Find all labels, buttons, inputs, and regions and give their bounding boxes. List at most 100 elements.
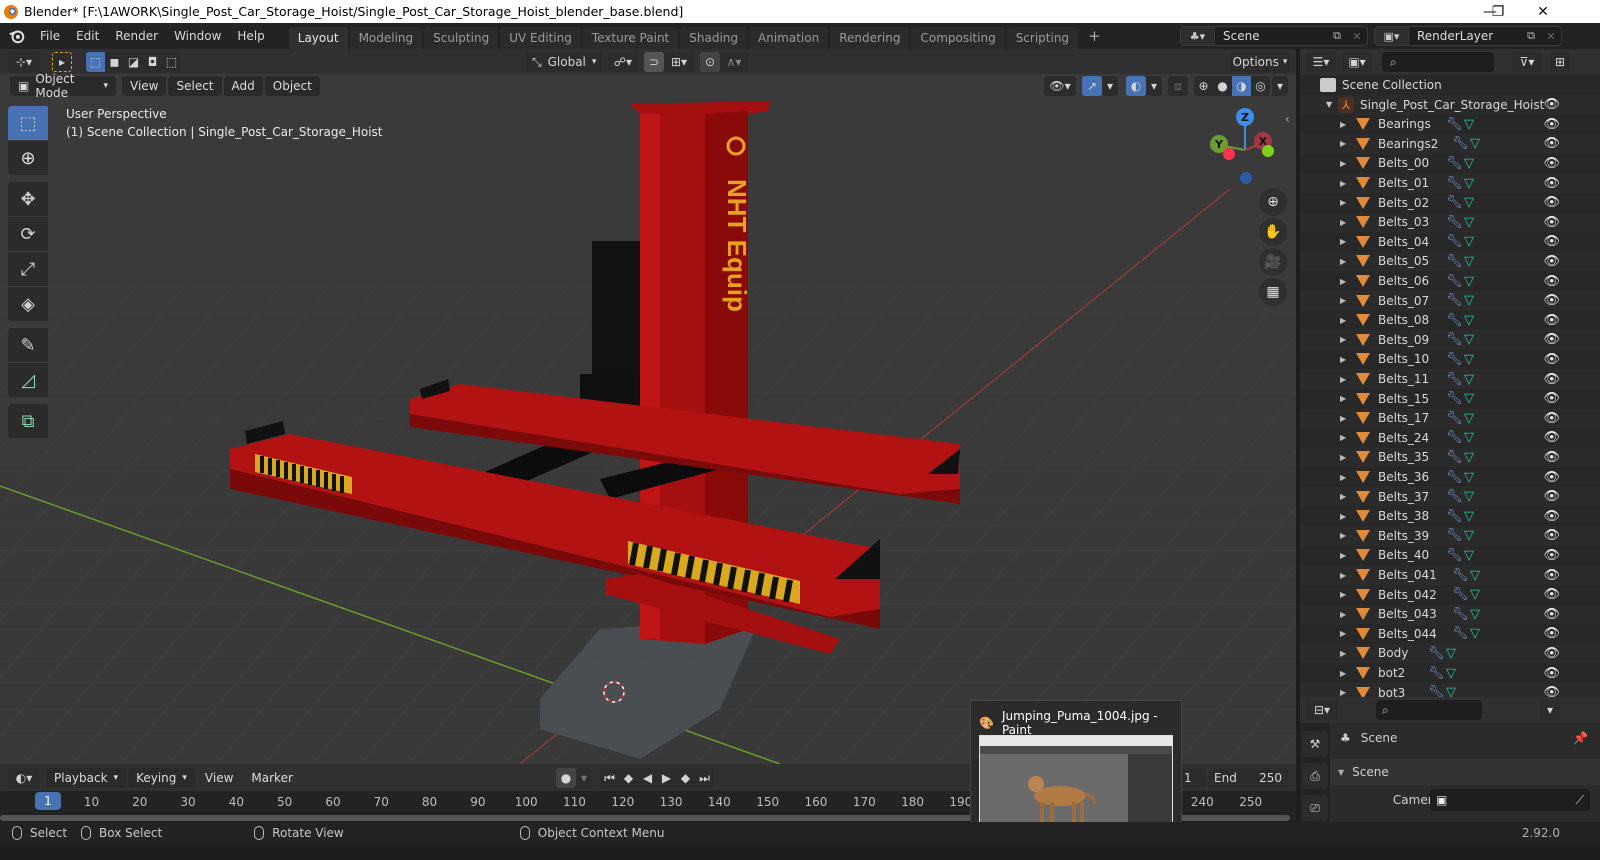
visibility-eye-icon[interactable]: 👁 [1543, 234, 1560, 249]
mesh-data-icon[interactable]: ▽ [1464, 411, 1482, 426]
mesh-data-icon[interactable]: ▽ [1464, 215, 1482, 230]
expand-arrow-icon[interactable]: ▶ [1340, 394, 1350, 403]
outliner-object-row[interactable]: ▶ Bearings2 🔧︎ ▽ 👁 [1300, 134, 1600, 154]
outliner-object-row[interactable]: ▶ Belts_15 🔧︎ ▽ 👁 [1300, 389, 1600, 409]
outliner-object-row[interactable]: ▶ Belts_042 🔧︎ ▽ 👁 [1300, 585, 1600, 605]
mesh-data-icon[interactable]: ▽ [1464, 489, 1482, 504]
modifier-wrench-icon[interactable]: 🔧︎ [1428, 685, 1446, 697]
modifier-wrench-icon[interactable]: 🔧︎ [1452, 568, 1470, 583]
object-name[interactable]: Belts_35 [1378, 450, 1446, 464]
mesh-data-icon[interactable]: ▽ [1464, 352, 1482, 367]
visibility-eye-icon[interactable]: 👁 [1543, 215, 1560, 230]
object-name[interactable]: Belts_04 [1378, 235, 1446, 249]
object-name[interactable]: Body [1378, 646, 1428, 660]
eyedropper-icon[interactable]: ⟋ [1576, 793, 1584, 808]
modifier-wrench-icon[interactable]: 🔧︎ [1446, 391, 1464, 406]
outliner-object-row[interactable]: ▶ Belts_17 🔧︎ ▽ 👁 [1300, 408, 1600, 429]
mesh-data-icon[interactable]: ▽ [1464, 450, 1482, 465]
mesh-data-icon[interactable]: ▽ [1464, 156, 1482, 171]
outliner-object-row[interactable]: ▶ Belts_04 🔧︎ ▽ 👁 [1300, 232, 1600, 252]
outliner-object-row[interactable]: ▶ Belts_37 🔧︎ ▽ 👁 [1300, 486, 1600, 507]
outliner-object-row[interactable]: ▶ Belts_24 🔧︎ ▽ 👁 [1300, 428, 1600, 448]
expand-arrow-icon[interactable]: ▶ [1340, 590, 1350, 599]
visibility-eye-icon[interactable]: 👁 [1543, 176, 1560, 191]
visibility-eye-icon[interactable]: 👁 [1543, 411, 1560, 426]
modifier-wrench-icon[interactable]: 🔧︎ [1446, 293, 1464, 308]
expand-arrow-icon[interactable]: ▶ [1340, 179, 1350, 188]
expand-arrow-icon[interactable]: ▶ [1340, 316, 1350, 325]
visibility-eye-icon[interactable]: 👁 [1543, 274, 1560, 289]
properties-search-input[interactable]: ⌕ [1376, 700, 1482, 720]
outliner-object-row[interactable]: ▶ Belts_11 🔧︎ ▽ 👁 [1300, 369, 1600, 389]
timeline-editor-type-button[interactable]: ◐▾ [8, 768, 40, 788]
mesh-data-icon[interactable]: ▽ [1464, 470, 1482, 485]
pin-icon[interactable]: 📌 [1573, 731, 1588, 745]
visibility-eye-icon[interactable]: 👁 [1543, 666, 1560, 681]
visibility-eye-icon[interactable]: 👁 [1543, 293, 1560, 308]
expand-arrow-icon[interactable]: ▶ [1340, 277, 1350, 286]
outliner-object-row[interactable]: ▶ Belts_08 🔧︎ ▽ 👁 [1300, 311, 1600, 331]
mesh-data-icon[interactable]: ▽ [1464, 313, 1482, 328]
object-name[interactable]: Bearings [1378, 117, 1446, 131]
expand-arrow-icon[interactable]: ▶ [1340, 120, 1350, 129]
mesh-data-icon[interactable]: ▽ [1464, 234, 1482, 249]
visibility-eye-icon[interactable]: 👁 [1543, 430, 1560, 445]
jump-to-start-icon[interactable]: ⏮ [600, 768, 619, 788]
object-name[interactable]: Belts_06 [1378, 274, 1446, 288]
object-name[interactable]: Belts_36 [1378, 470, 1446, 484]
mesh-data-icon[interactable]: ▽ [1470, 626, 1488, 641]
outliner-object-row[interactable]: ▶ Belts_40 🔧︎ ▽ 👁 [1300, 546, 1600, 566]
outliner-object-row[interactable]: ▶ Belts_09 🔧︎ ▽ 👁 [1300, 330, 1600, 350]
mesh-data-icon[interactable]: ▽ [1464, 509, 1482, 524]
record-keyframe-icon[interactable]: ● [556, 768, 576, 788]
modifier-wrench-icon[interactable]: 🔧︎ [1452, 626, 1470, 641]
object-name[interactable]: Belts_01 [1378, 176, 1446, 190]
outliner-object-row[interactable]: ▶ Belts_044 🔧︎ ▽ 👁 [1300, 624, 1600, 644]
visibility-eye-icon[interactable]: 👁 [1543, 195, 1560, 210]
timeline-menu-playback[interactable]: Playback ▾ [46, 768, 127, 788]
outliner-object-row[interactable]: ▶ Belts_10 🔧︎ ▽ 👁 [1300, 350, 1600, 370]
modifier-wrench-icon[interactable]: 🔧︎ [1446, 489, 1464, 504]
modifier-wrench-icon[interactable]: 🔧︎ [1446, 430, 1464, 445]
object-name[interactable]: Belts_07 [1378, 294, 1446, 308]
visibility-eye-icon[interactable]: 👁 [1543, 352, 1560, 367]
visibility-eye-icon[interactable]: 👁 [1543, 587, 1560, 602]
timeline-menu-keying[interactable]: Keying ▾ [128, 768, 195, 788]
scene-panel-header[interactable]: ▼ Scene [1330, 759, 1600, 785]
output-properties-tab-icon[interactable]: ⎚ [1302, 795, 1328, 821]
object-name[interactable]: Belts_24 [1378, 431, 1446, 445]
outliner-object-row[interactable]: ▶ Belts_043 🔧︎ ▽ 👁 [1300, 604, 1600, 625]
object-name[interactable]: Belts_042 [1378, 588, 1452, 602]
object-name[interactable]: Bearings2 [1378, 137, 1452, 151]
expand-arrow-icon[interactable]: ▶ [1340, 355, 1350, 364]
start-frame-field[interactable]: 1 [1178, 768, 1206, 788]
render-properties-tab-icon[interactable]: ⎙ [1302, 763, 1328, 789]
object-name[interactable]: bot2 [1378, 666, 1428, 680]
outliner-object-row[interactable]: ▶ Belts_39 🔧︎ ▽ 👁 [1300, 526, 1600, 546]
expand-arrow-icon[interactable]: ▶ [1340, 198, 1350, 207]
visibility-eye-icon[interactable]: 👁 [1543, 313, 1560, 328]
outliner-object-row[interactable]: ▶ Belts_05 🔧︎ ▽ 👁 [1300, 251, 1600, 272]
properties-options-dropdown[interactable]: ▾ [1540, 700, 1560, 720]
mesh-data-icon[interactable]: ▽ [1464, 391, 1482, 406]
modifier-wrench-icon[interactable]: 🔧︎ [1446, 352, 1464, 367]
modifier-wrench-icon[interactable]: 🔧︎ [1446, 528, 1464, 543]
expand-arrow-icon[interactable]: ▶ [1340, 257, 1350, 266]
expand-arrow-icon[interactable]: ▶ [1340, 551, 1350, 560]
modifier-wrench-icon[interactable]: 🔧︎ [1428, 646, 1446, 661]
outliner-object-row[interactable]: ▶ Belts_041 🔧︎ ▽ 👁 [1300, 565, 1600, 585]
modifier-wrench-icon[interactable]: 🔧︎ [1446, 548, 1464, 563]
mesh-data-icon[interactable]: ▽ [1464, 176, 1482, 191]
modifier-wrench-icon[interactable]: 🔧︎ [1446, 215, 1464, 230]
object-name[interactable]: Belts_08 [1378, 313, 1446, 327]
object-name[interactable]: Belts_39 [1378, 529, 1446, 543]
expand-arrow-icon[interactable]: ▶ [1340, 571, 1350, 580]
expand-arrow-icon[interactable]: ▶ [1340, 492, 1350, 501]
expand-arrow-icon[interactable]: ▶ [1340, 296, 1350, 305]
object-name[interactable]: Belts_044 [1378, 627, 1452, 641]
mesh-data-icon[interactable]: ▽ [1464, 528, 1482, 543]
mesh-data-icon[interactable]: ▽ [1470, 587, 1488, 602]
play-icon[interactable]: ▶ [657, 768, 676, 788]
object-name[interactable]: Belts_05 [1378, 254, 1446, 268]
object-name[interactable]: Belts_11 [1378, 372, 1446, 386]
